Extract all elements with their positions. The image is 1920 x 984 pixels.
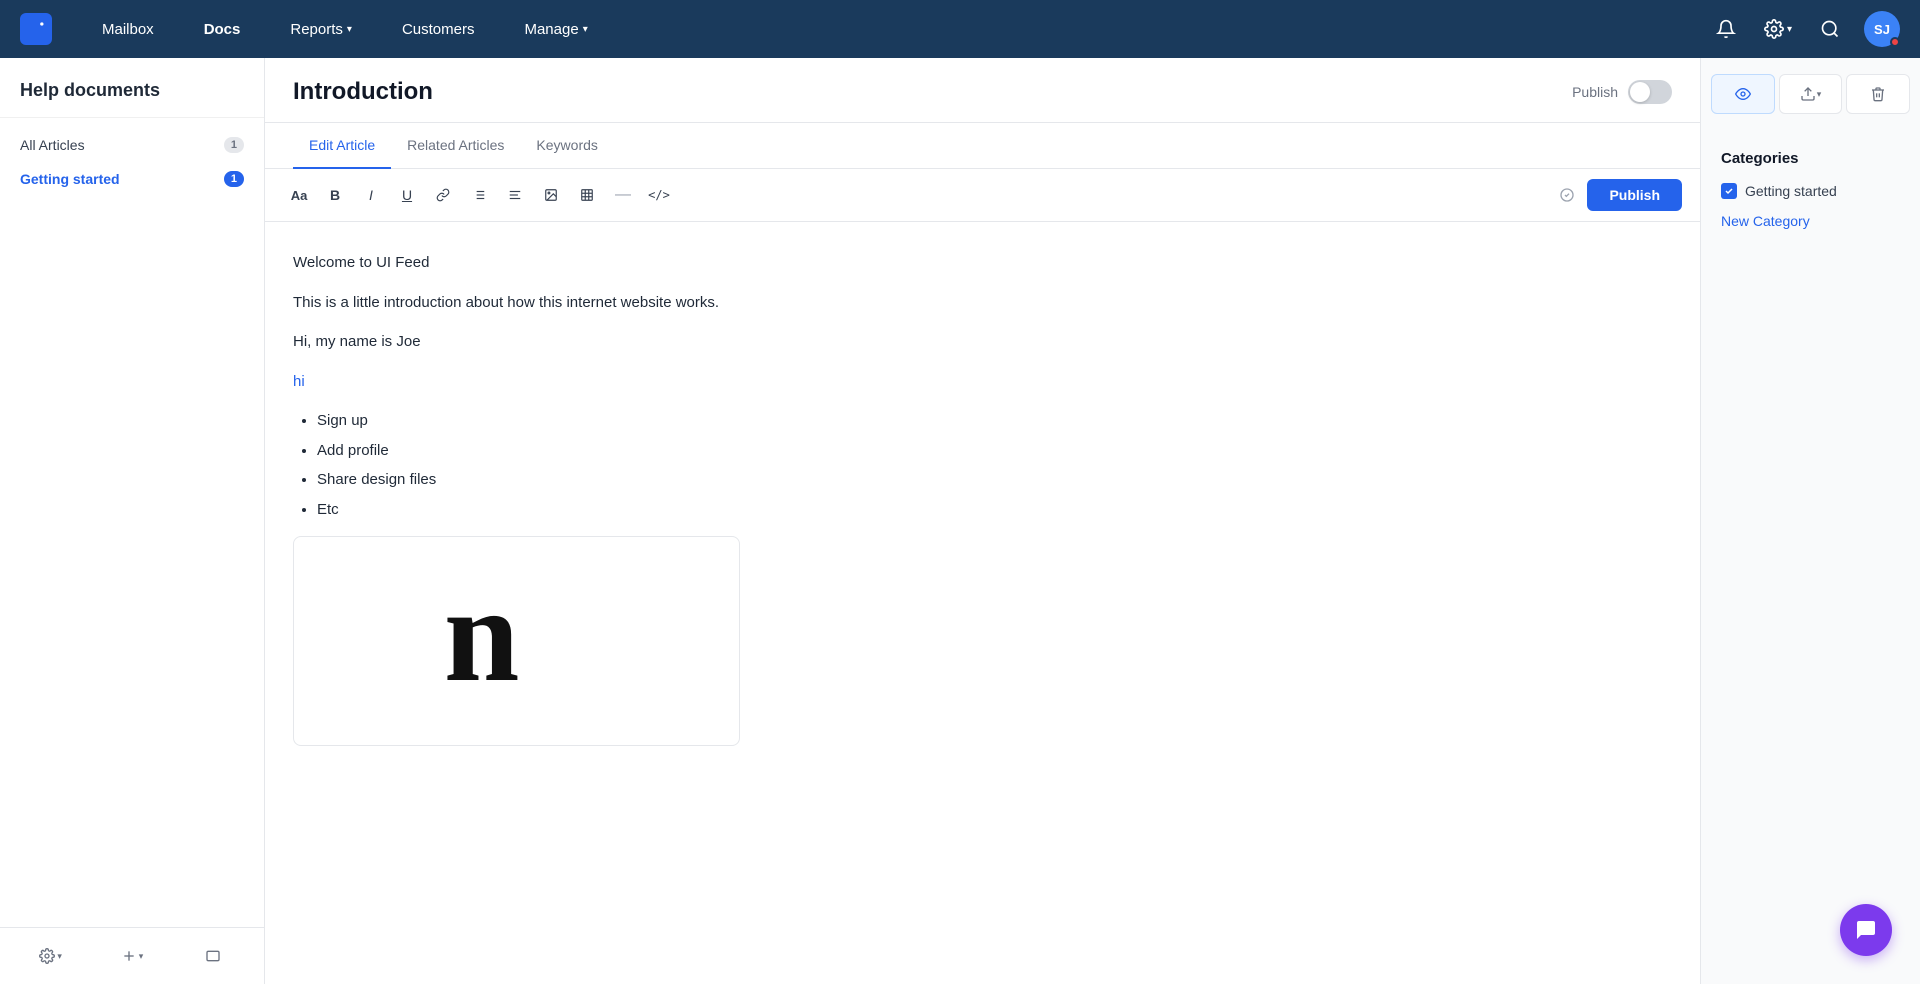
- all-articles-count: 1: [224, 137, 244, 153]
- panel-delete-button[interactable]: [1846, 74, 1910, 114]
- chevron-down-icon: ▾: [347, 24, 352, 35]
- categories-title: Categories: [1701, 130, 1920, 179]
- chevron-down-icon: ▾: [583, 24, 588, 35]
- list-item: Share design files: [317, 467, 1672, 493]
- notifications-icon[interactable]: [1708, 11, 1744, 47]
- nav-manage[interactable]: Manage ▾: [514, 15, 597, 44]
- svg-text:n: n: [443, 561, 519, 710]
- toolbar-check-button[interactable]: [1551, 179, 1583, 211]
- toolbar-list-button[interactable]: [463, 179, 495, 211]
- category-label: Getting started: [1745, 183, 1837, 199]
- category-checkbox: [1721, 183, 1737, 199]
- sidebar-item-getting-started[interactable]: Getting started 1: [0, 162, 264, 196]
- sidebar-footer: ▾ ▾: [0, 927, 264, 984]
- nav-mailbox[interactable]: Mailbox: [92, 15, 164, 44]
- sidebar-preview-button[interactable]: [175, 938, 252, 974]
- top-navigation: Mailbox Docs Reports ▾ Customers Manage …: [0, 0, 1920, 58]
- hi-link[interactable]: hi: [293, 373, 305, 390]
- sidebar-add-button[interactable]: ▾: [93, 938, 170, 974]
- sidebar: Help documents All Articles 1 Getting st…: [0, 58, 265, 984]
- panel-export-button[interactable]: ▾: [1779, 74, 1843, 114]
- article-title: Introduction: [293, 78, 433, 122]
- tab-keywords[interactable]: Keywords: [520, 123, 613, 169]
- toolbar-link-button[interactable]: [427, 179, 459, 211]
- list-item: Etc: [317, 497, 1672, 523]
- sidebar-title: Help documents: [0, 58, 264, 118]
- nav-reports[interactable]: Reports ▾: [280, 15, 362, 44]
- publish-label: Publish: [1572, 84, 1618, 100]
- getting-started-count: 1: [224, 171, 244, 187]
- editor-toolbar: Aa B I U — </> Publ: [265, 169, 1700, 222]
- article-image: n: [417, 561, 617, 721]
- toolbar-italic-button[interactable]: I: [355, 179, 387, 211]
- publish-toggle[interactable]: [1628, 80, 1672, 104]
- article-header: Introduction Publish: [265, 58, 1700, 123]
- toggle-knob: [1630, 82, 1650, 102]
- publish-toggle-area: Publish: [1572, 80, 1672, 120]
- toolbar-code-button[interactable]: </>: [643, 179, 675, 211]
- content-para1: This is a little introduction about how …: [293, 290, 1672, 316]
- category-getting-started[interactable]: Getting started: [1701, 179, 1920, 203]
- tab-edit-article[interactable]: Edit Article: [293, 123, 391, 169]
- article-image-block: n: [293, 536, 740, 746]
- panel-action-buttons: ▾: [1701, 58, 1920, 130]
- new-category-button[interactable]: New Category: [1701, 203, 1920, 239]
- chat-fab-button[interactable]: [1840, 904, 1892, 956]
- avatar-notification-dot: [1890, 37, 1900, 47]
- settings-icon[interactable]: ▾: [1760, 11, 1796, 47]
- publish-button[interactable]: Publish: [1587, 179, 1682, 211]
- sidebar-settings-button[interactable]: ▾: [12, 938, 89, 974]
- content-heading: Welcome to UI Feed: [293, 250, 1672, 276]
- search-icon[interactable]: [1812, 11, 1848, 47]
- content-list: Sign up Add profile Share design files E…: [293, 408, 1672, 522]
- tab-related-articles[interactable]: Related Articles: [391, 123, 520, 169]
- toolbar-font-size-button[interactable]: Aa: [283, 179, 315, 211]
- content-para2: Hi, my name is Joe: [293, 329, 1672, 355]
- sidebar-list: All Articles 1 Getting started 1: [0, 118, 264, 927]
- toolbar-image-button[interactable]: [535, 179, 567, 211]
- toolbar-table-button[interactable]: [571, 179, 603, 211]
- sidebar-item-all-articles[interactable]: All Articles 1: [0, 128, 264, 162]
- toolbar-bold-button[interactable]: B: [319, 179, 351, 211]
- nav-docs[interactable]: Docs: [194, 15, 251, 44]
- editor-area[interactable]: Welcome to UI Feed This is a little intr…: [265, 222, 1700, 984]
- avatar[interactable]: SJ: [1864, 11, 1900, 47]
- right-panel: ▾ Categories Getting started New Categor…: [1700, 58, 1920, 984]
- main-content: Introduction Publish Edit Article Relate…: [265, 58, 1700, 984]
- list-item: Add profile: [317, 438, 1672, 464]
- toolbar-divider-button[interactable]: —: [607, 179, 639, 211]
- nav-right-actions: ▾ SJ: [1708, 11, 1900, 47]
- nav-customers[interactable]: Customers: [392, 15, 485, 44]
- app-body: Help documents All Articles 1 Getting st…: [0, 58, 1920, 984]
- toolbar-align-button[interactable]: [499, 179, 531, 211]
- content-link: hi: [293, 369, 1672, 395]
- panel-view-button[interactable]: [1711, 74, 1775, 114]
- article-tabs: Edit Article Related Articles Keywords: [265, 123, 1700, 169]
- toolbar-underline-button[interactable]: U: [391, 179, 423, 211]
- app-logo: [20, 13, 52, 45]
- list-item: Sign up: [317, 408, 1672, 434]
